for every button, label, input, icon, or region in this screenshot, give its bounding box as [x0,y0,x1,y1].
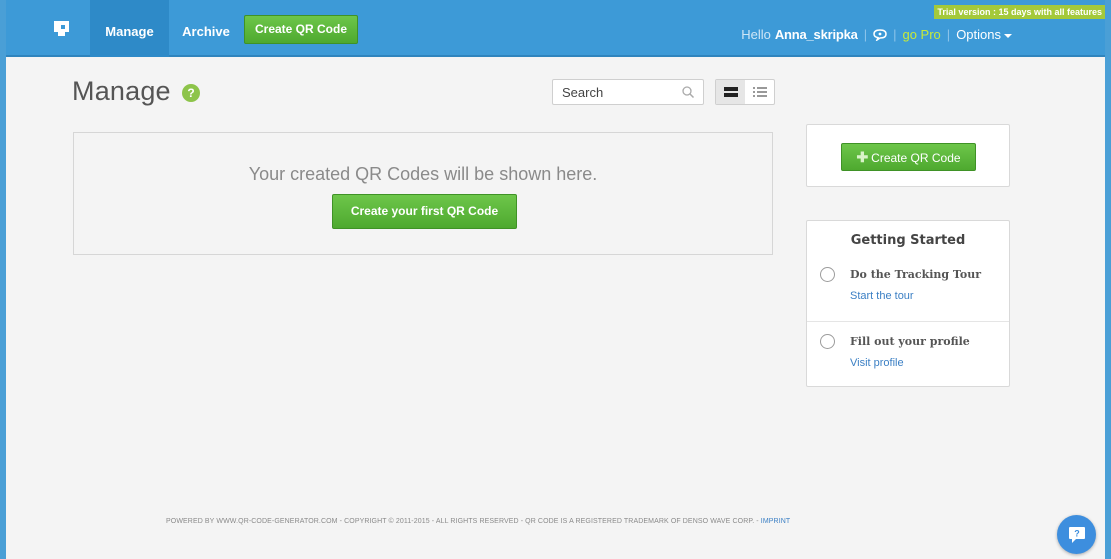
checkbox-circle-icon[interactable] [820,267,835,282]
logo-icon[interactable] [54,21,69,36]
create-qr-code-button[interactable]: Create QR Code [244,15,358,44]
create-first-qr-button[interactable]: Create your first QR Code [332,194,517,229]
search-box[interactable] [552,79,704,105]
page-title: Manage [72,76,171,106]
divider: | [863,27,868,42]
imprint-link[interactable]: IMPRINT [761,518,790,525]
footer-text: POWERED BY WWW.QR-CODE-GENERATOR.COM - C… [166,518,761,525]
list-view-icon [752,87,767,97]
list-view-button[interactable] [745,80,774,104]
footer: POWERED BY WWW.QR-CODE-GENERATOR.COM - C… [166,518,790,525]
getting-started-card: Getting Started Do the Tracking Tour Sta… [806,220,1010,387]
getting-started-item: Fill out your profile Visit profile [807,332,1009,382]
options-menu[interactable]: Options [956,27,1012,43]
speech-bubble-icon[interactable] [873,29,887,41]
divider: | [893,27,897,42]
nav-archive[interactable]: Archive [170,0,242,57]
svg-text:?: ? [1074,528,1080,538]
help-icon[interactable]: ? [182,84,200,102]
chat-icon: ? [1068,526,1085,543]
top-navbar: Manage Archive Create QR Code Trial vers… [6,0,1105,57]
search-input[interactable] [562,85,672,100]
trial-badge: Trial version : 15 days with all feature… [934,5,1105,19]
options-label: Options [956,27,1001,42]
caret-down-icon [1004,33,1012,38]
getting-started-title: Getting Started [850,233,966,248]
divider: | [946,27,951,42]
create-card: ✚ Create QR Code [806,124,1010,187]
go-pro-link[interactable]: go Pro [902,27,940,43]
user-bar: Hello Anna_skripka | | go Pro | Options [741,27,1012,43]
sidebar-create-qr-button[interactable]: ✚ Create QR Code [841,143,976,171]
getting-started-item: Do the Tracking Tour Start the tour [807,265,1009,322]
plus-icon: ✚ [856,149,869,165]
nav-manage[interactable]: Manage [90,0,169,57]
empty-state-message: Your created QR Codes will be shown here… [248,164,598,184]
checkbox-circle-icon[interactable] [820,334,835,349]
sidebar-create-label: Create QR Code [871,151,961,165]
chat-button[interactable]: ? [1057,515,1096,554]
visit-profile-link[interactable]: Visit profile [850,357,904,369]
username-link[interactable]: Anna_skripka [775,27,858,43]
hello-text: Hello [741,27,771,42]
empty-state-panel: Your created QR Codes will be shown here… [73,132,773,255]
start-tour-link[interactable]: Start the tour [850,290,914,302]
view-toggle [715,79,775,105]
tracking-tour-label: Do the Tracking Tour [850,268,981,281]
grid-view-icon [723,87,738,97]
grid-view-button[interactable] [716,80,745,104]
search-icon[interactable] [681,85,695,99]
profile-label: Fill out your profile [850,335,970,348]
